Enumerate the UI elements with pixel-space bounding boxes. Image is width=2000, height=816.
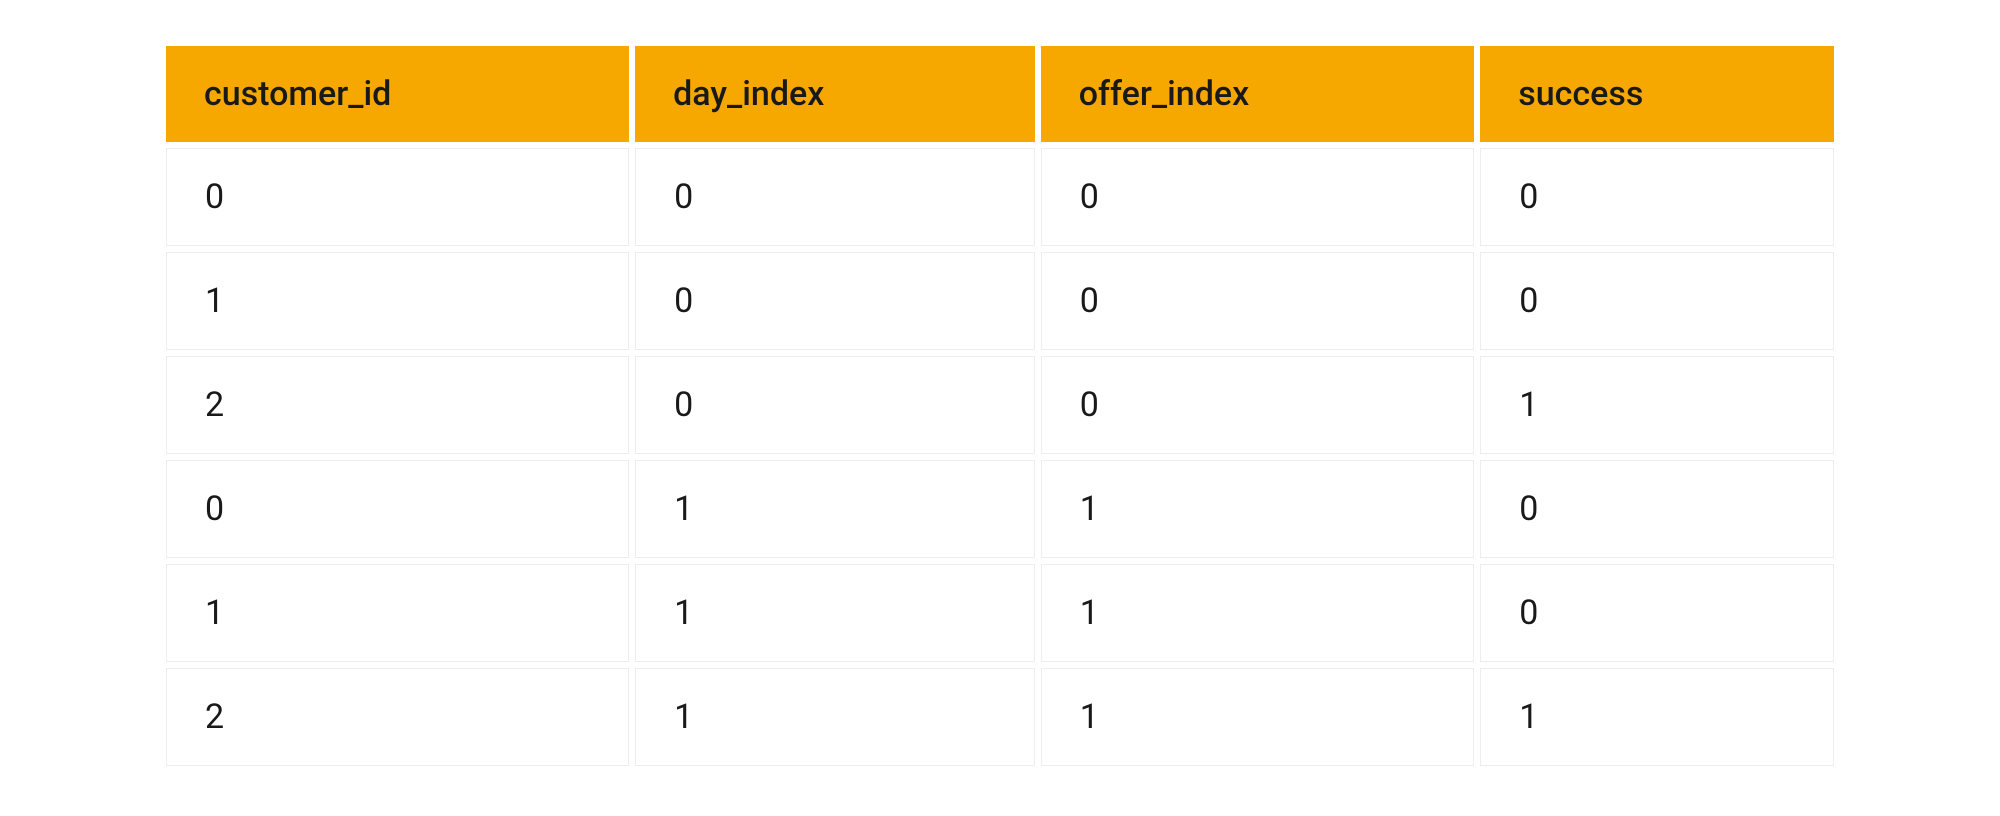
table-cell: 0 [1041,356,1474,454]
table-cell: 0 [1480,564,1834,662]
table-row: 2 1 1 1 [166,668,1834,766]
table-row: 2 0 0 1 [166,356,1834,454]
table-row: 1 0 0 0 [166,252,1834,350]
table-cell: 0 [635,356,1035,454]
table-header-success: success [1480,46,1834,142]
table-header-customer-id: customer_id [166,46,629,142]
table-cell: 1 [1480,356,1834,454]
table-cell: 1 [166,252,629,350]
table-cell: 0 [166,460,629,558]
table-cell: 0 [166,148,629,246]
table-cell: 0 [1480,460,1834,558]
table-row: 0 1 1 0 [166,460,1834,558]
table-row: 1 1 1 0 [166,564,1834,662]
table-cell: 1 [1041,564,1474,662]
table-cell: 0 [1480,252,1834,350]
table-cell: 1 [166,564,629,662]
table-cell: 1 [1041,460,1474,558]
table-cell: 2 [166,356,629,454]
table-cell: 0 [635,148,1035,246]
table-row: 0 0 0 0 [166,148,1834,246]
table-cell: 0 [1041,252,1474,350]
table-cell: 1 [1480,668,1834,766]
table-header-row: customer_id day_index offer_index succes… [166,46,1834,142]
table-cell: 0 [1480,148,1834,246]
table-cell: 1 [635,564,1035,662]
table-cell: 1 [635,668,1035,766]
data-table: customer_id day_index offer_index succes… [160,40,1840,772]
table-cell: 1 [1041,668,1474,766]
table-cell: 0 [1041,148,1474,246]
table-cell: 0 [635,252,1035,350]
table-cell: 1 [635,460,1035,558]
table-header-day-index: day_index [635,46,1035,142]
table-header-offer-index: offer_index [1041,46,1474,142]
table-cell: 2 [166,668,629,766]
